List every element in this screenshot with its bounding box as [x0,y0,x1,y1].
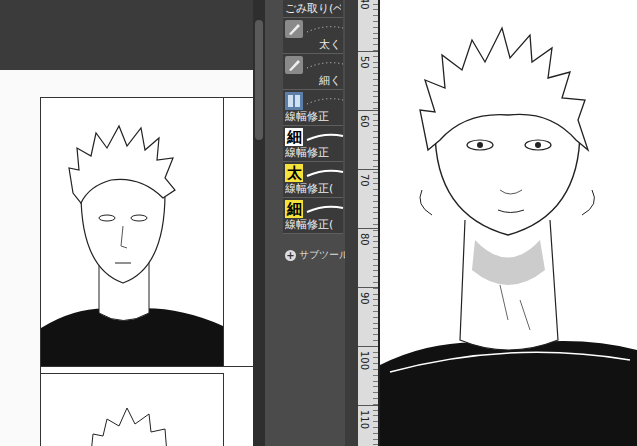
sub-tool-item[interactable]: 太線幅修正( [283,162,343,198]
stroke-preview-icon [305,166,345,180]
sub-tool-item[interactable]: 細く [283,54,343,90]
ruler-tick: 70 [358,169,378,228]
workspace-background [0,0,253,70]
sub-tool-label: 線幅修正 [285,146,341,159]
ruler-tick: 40 [358,0,378,51]
tool-badge: 細 [285,200,303,218]
sub-tool-item[interactable]: 細線幅修正( [283,198,343,234]
character-illustration [380,0,637,446]
sub-tool-label: ごみ取り(ベ [285,2,341,15]
comic-panel[interactable] [41,373,224,446]
stroke-preview-icon [305,94,345,108]
vertical-ruler[interactable]: 405060708090100110 [358,0,380,446]
tool-badge: 太 [285,164,303,182]
sub-tool-label: 細く [285,74,341,87]
sub-tool-label: 線幅修正 [285,110,341,123]
sub-tool-item[interactable]: 太く [283,18,343,54]
width-tool-icon [285,92,303,110]
sub-tool-item[interactable]: 細線幅修正 [283,126,343,162]
stroke-preview-icon [305,130,345,144]
tool-badge: 細 [285,128,303,146]
manga-page [40,97,253,446]
ruler-tick: 50 [358,51,378,110]
portrait-illustration [41,98,223,366]
pen-icon [285,20,303,38]
stroke-preview-icon [305,22,345,36]
sub-tool-item[interactable]: 線幅修正 [283,90,343,126]
canvas[interactable] [380,0,637,446]
ruler-tick: 60 [358,110,378,169]
plus-icon: + [285,250,296,261]
sub-tool-label: 太く [285,38,341,51]
scrollbar[interactable] [253,0,265,446]
comic-panel[interactable] [224,98,253,367]
hair-illustration [41,374,223,446]
comic-panel[interactable] [41,98,224,367]
panel-divider [345,0,358,446]
sub-tool-panel: ごみ取り(ベ太く細く線幅修正細線幅修正太線幅修正(細線幅修正(+サブツール [265,0,345,446]
stroke-preview-icon [305,58,345,72]
app-window: ごみ取り(ベ太く細く線幅修正細線幅修正太線幅修正(細線幅修正(+サブツール405… [0,0,637,446]
sub-tool-label: 線幅修正( [285,218,341,231]
scrollbar-thumb[interactable] [255,20,263,140]
ruler-tick: 90 [358,287,378,346]
sub-tool-label: 線幅修正( [285,182,341,195]
ruler-tick: 100 [358,346,378,405]
stroke-preview-icon [305,202,345,216]
add-sub-tool-button[interactable]: +サブツール [283,234,343,262]
sub-tool-item[interactable]: ごみ取り(ベ [283,0,343,18]
page-view [0,0,253,446]
ruler-tick: 80 [358,228,378,287]
ruler-tick: 110 [358,405,378,446]
pen-icon [285,56,303,74]
